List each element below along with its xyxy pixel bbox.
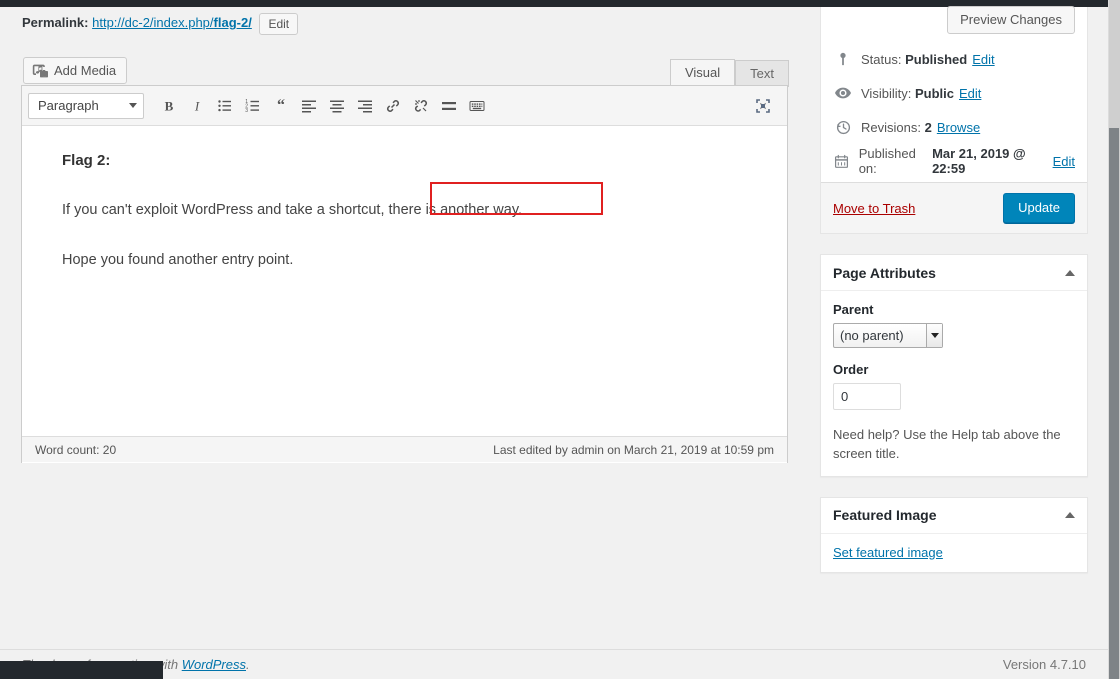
chevron-up-icon[interactable] — [1065, 269, 1075, 276]
wordpress-page-editor-screen: Permalink: http://dc-2/index.php/flag-2/… — [0, 0, 1120, 679]
permalink-row: Permalink: http://dc-2/index.php/flag-2/… — [22, 9, 299, 37]
blockquote-icon[interactable]: “ — [267, 92, 295, 120]
word-count: Word count: 20 — [35, 442, 117, 457]
italic-icon[interactable]: I — [183, 92, 211, 120]
calendar-icon — [833, 154, 851, 169]
permalink-link[interactable]: http://dc-2/index.php/flag-2/ — [92, 15, 252, 30]
editor-container: Paragraph B I 1 2 3 “ Flag 2: If you can… — [21, 85, 788, 463]
status-edit-link[interactable]: Edit — [972, 52, 994, 67]
permalink-label: Permalink: — [22, 15, 89, 30]
featured-image-box: Featured Image Set featured image — [820, 496, 1088, 573]
bulleted-list-icon[interactable] — [211, 92, 239, 120]
clock-revisions-icon — [833, 120, 853, 135]
parent-label: Parent — [833, 302, 874, 317]
featured-image-title: Featured Image — [833, 507, 937, 524]
visibility-label: Visibility: — [861, 85, 912, 101]
preview-changes-button[interactable]: Preview Changes — [947, 6, 1075, 34]
add-media-button[interactable]: Add Media — [23, 57, 128, 84]
publish-misc-actions: Status: Published Edit Visibility: Publi… — [821, 41, 1087, 182]
revisions-browse-link[interactable]: Browse — [937, 120, 980, 135]
content-paragraph-1: If you can't exploit WordPress and take … — [62, 202, 523, 218]
status-label: Status: — [861, 51, 902, 67]
preview-row: Preview Changes — [821, 6, 1087, 41]
editor-status-bar: Word count: 20 Last edited by admin on M… — [22, 436, 787, 462]
wordpress-link[interactable]: WordPress — [182, 657, 246, 672]
page-scrollbar-track[interactable] — [1108, 0, 1120, 679]
publish-actions: Move to Trash Update — [821, 182, 1087, 233]
visibility-row: Visibility: Public Edit — [833, 76, 1075, 110]
featured-image-body: Set featured image — [821, 534, 1087, 572]
order-input[interactable]: 0 — [833, 383, 901, 410]
eye-icon — [833, 86, 853, 100]
page-attributes-help-text: Need help? Use the Help tab above the sc… — [833, 427, 1061, 461]
content-paragraph-2: Hope you found another entry point. — [62, 251, 294, 268]
published-on-edit-link[interactable]: Edit — [1053, 154, 1075, 169]
svg-text:3: 3 — [245, 108, 248, 114]
format-select-value: Paragraph — [38, 98, 99, 113]
numbered-list-icon[interactable]: 1 2 3 — [239, 92, 267, 120]
update-button[interactable]: Update — [1003, 193, 1075, 223]
post-body-main-column: Permalink: http://dc-2/index.php/flag-2/… — [0, 7, 808, 679]
align-right-icon[interactable] — [351, 92, 379, 120]
page-attributes-header[interactable]: Page Attributes — [821, 255, 1087, 291]
chevron-down-icon — [129, 103, 137, 108]
read-more-icon[interactable] — [435, 92, 463, 120]
parent-select-value: (no parent) — [840, 328, 904, 343]
visibility-value: Public — [914, 85, 954, 101]
permalink-url-prefix: http://dc-2/index.php/ — [92, 15, 214, 30]
format-select[interactable]: Paragraph — [28, 92, 144, 119]
published-on-value: Mar 21, 2019 @ 22:59 — [932, 146, 1026, 176]
editor-content-area[interactable]: Flag 2: If you can't exploit WordPress a… — [22, 126, 787, 463]
unlink-icon[interactable] — [407, 92, 435, 120]
permalink-url-slug: flag-2/ — [213, 15, 252, 30]
footer-thanks-suffix: . — [246, 657, 250, 672]
published-on-row: Published on: Mar 21, 2019 @ 22:59 Edit — [833, 144, 1075, 178]
status-row: Status: Published Edit — [833, 42, 1075, 76]
published-on-label: Published on: — [858, 146, 916, 176]
tab-text[interactable]: Text — [735, 60, 789, 87]
revisions-row: Revisions: 2 Browse — [833, 110, 1075, 144]
link-icon[interactable] — [379, 92, 407, 120]
pin-icon — [833, 52, 853, 66]
editor-toolbar: Paragraph B I 1 2 3 “ — [22, 86, 787, 126]
page-attributes-title: Page Attributes — [833, 264, 936, 281]
content-heading: Flag 2: — [62, 152, 111, 169]
parent-select[interactable]: (no parent) — [833, 323, 943, 348]
edit-permalink-button[interactable]: Edit — [259, 12, 299, 35]
post-sidebar: Preview Changes Status: Published Edit V… — [808, 6, 1100, 593]
admin-footer: Thank you for creating with WordPress. V… — [0, 649, 1108, 679]
revisions-value: 2 — [924, 119, 932, 135]
featured-image-header[interactable]: Featured Image — [821, 498, 1087, 534]
svg-text:“: “ — [277, 98, 285, 114]
align-left-icon[interactable] — [295, 92, 323, 120]
toolbar-toggle-icon[interactable] — [463, 92, 491, 120]
chevron-up-icon[interactable] — [1065, 512, 1075, 519]
tab-visual[interactable]: Visual — [669, 59, 736, 87]
align-center-icon[interactable] — [323, 92, 351, 120]
distraction-free-writing-icon[interactable] — [749, 92, 777, 120]
move-to-trash-link[interactable]: Move to Trash — [833, 201, 915, 216]
footer-version: Version 4.7.10 — [1002, 657, 1086, 672]
page-scrollbar-thumb[interactable] — [1109, 128, 1119, 679]
last-edited: Last edited by admin on March 21, 2019 a… — [493, 442, 774, 457]
page-attributes-box: Page Attributes Parent (no parent) Order… — [820, 254, 1088, 477]
media-camera-music-icon — [32, 63, 48, 79]
bold-icon[interactable]: B — [155, 92, 183, 120]
svg-text:I: I — [194, 98, 200, 113]
svg-text:B: B — [165, 98, 174, 113]
add-media-label: Add Media — [54, 63, 117, 78]
publish-box: Preview Changes Status: Published Edit V… — [820, 6, 1088, 234]
select-chevron-down-icon — [926, 324, 942, 347]
status-value: Published — [905, 51, 968, 67]
editor-mode-tabs: Visual Text — [669, 58, 789, 87]
revisions-label: Revisions: — [861, 119, 921, 135]
order-label: Order — [833, 362, 869, 377]
page-attributes-body: Parent (no parent) Order 0 Need help? Us… — [821, 291, 1087, 476]
collapse-menu-overlay[interactable] — [0, 661, 163, 679]
set-featured-image-link[interactable]: Set featured image — [833, 545, 943, 560]
visibility-edit-link[interactable]: Edit — [959, 86, 981, 101]
